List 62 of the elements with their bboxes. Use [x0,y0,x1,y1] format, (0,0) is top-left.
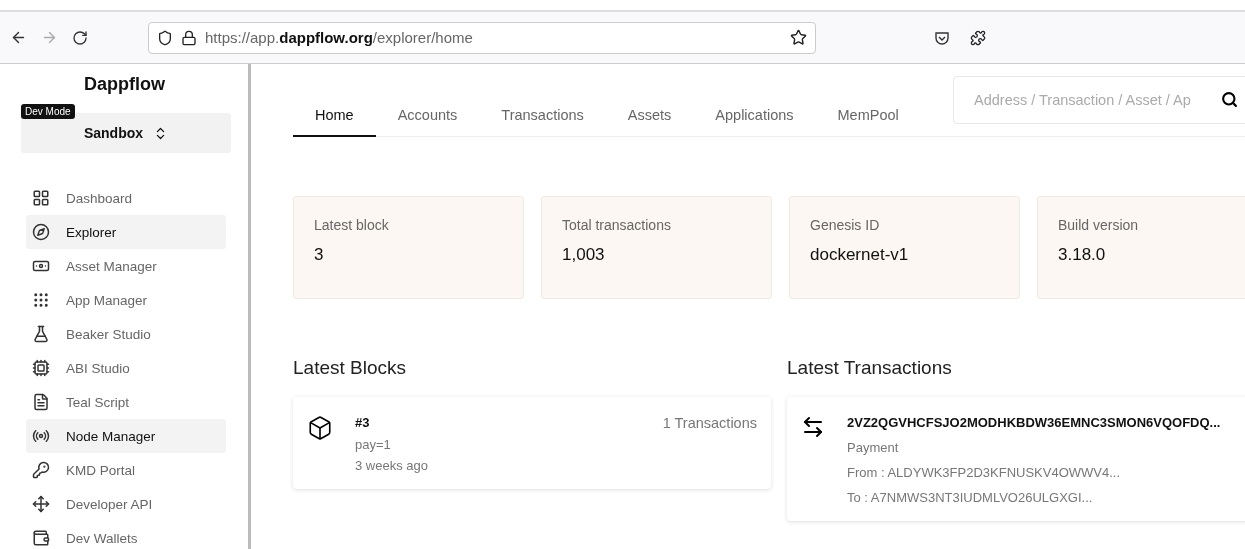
section-title: Latest Transactions [787,357,953,379]
transaction-type: Payment [847,440,900,455]
stat-value: dockernet-v1 [810,245,910,265]
grid-icon [32,189,50,207]
search-field[interactable]: Address / Transaction / Asset / Ap [953,76,1245,124]
lock-icon [181,29,197,46]
sidebar-item[interactable]: Developer API [26,487,226,521]
section-title: Latest Blocks [293,357,407,379]
sidebar-item[interactable]: ABI Studio [26,351,226,385]
sidebar-item[interactable]: Beaker Studio [26,317,226,351]
cube-icon [307,415,333,441]
sidebar-item[interactable]: KMD Portal [26,453,226,487]
arrows-icon [32,495,50,513]
nav-tab[interactable]: Applications [693,107,816,137]
nav-tab[interactable]: Assets [605,107,694,137]
sidebar-item[interactable]: Node Manager [26,419,226,453]
transfer-icon [801,415,825,439]
logo: Dappflow [84,74,165,95]
block-age: 3 weeks ago [355,458,429,473]
stat-value: 3.18.0 [1058,245,1107,265]
nav-tab[interactable]: Accounts [375,107,480,137]
wallet-icon [32,529,50,547]
sidebar-item[interactable]: Asset Manager [26,249,226,283]
grip-icon [32,291,50,309]
pocket-icon[interactable] [934,29,950,46]
shield-icon [157,29,173,46]
transaction-count: 1 Transactions [662,415,757,431]
block-summary: pay=1 [355,437,392,452]
sidebar-item[interactable]: Dev Wallets [26,521,226,549]
block-number[interactable]: #3 [355,415,370,431]
sidebar-item[interactable]: Dashboard [26,181,226,215]
stat-label: Total transactions [562,217,672,233]
stat-label: Genesis ID [810,217,881,233]
compass-icon [32,223,50,241]
chip-icon [32,359,50,377]
url-text: https://app.dappflow.org/explorer/home [205,29,474,46]
sidebar-item[interactable]: App Manager [26,283,226,317]
sidebar-item[interactable]: Explorer [26,215,226,249]
nav-tab[interactable]: Transactions [479,107,606,137]
mode-badge: Dev Mode [21,104,75,119]
transaction-to: To : A7NMWS3NT3IUDMLVO26ULGXGI... [847,490,1094,505]
block-card[interactable]: #3 1 Transactions pay=1 3 weeks ago [293,397,771,489]
stat-value: 3 [314,245,325,265]
signal-icon [32,427,50,445]
transaction-from: From : ALDYWK3FP2D3KFNUSKV4OWWV4... [847,465,1122,480]
bookmark-star-icon[interactable] [790,29,807,46]
flask-icon [32,325,50,343]
stat-label: Build version [1058,217,1140,233]
extension-icon[interactable] [970,29,986,46]
stat-value: 1,003 [562,245,606,265]
address-bar[interactable]: https://app.dappflow.org/explorer/home [148,21,816,54]
sidebar-item[interactable]: Teal Script [26,385,226,419]
search-icon[interactable] [1221,91,1238,108]
stat-label: Latest block [314,217,390,233]
nav-tab[interactable]: MemPool [815,107,921,137]
back-icon[interactable] [10,29,27,46]
nav-tab[interactable]: Home [293,107,376,137]
transaction-id[interactable]: 2VZ2QGVHCFSJO2MODHKBDW36EMNC3SMON6VQOFDQ... [847,415,1243,430]
reload-icon[interactable] [72,29,88,46]
document-icon [32,393,50,411]
key-icon [32,461,50,479]
transaction-card[interactable]: 2VZ2QGVHCFSJO2MODHKBDW36EMNC3SMON6VQOFDQ... Payment From : ALDYWK3FP2D3KFNUSKV4OWWV4... To : A7NMWS3NT3IUDMLVO26ULGXGI... [787,397,1245,521]
